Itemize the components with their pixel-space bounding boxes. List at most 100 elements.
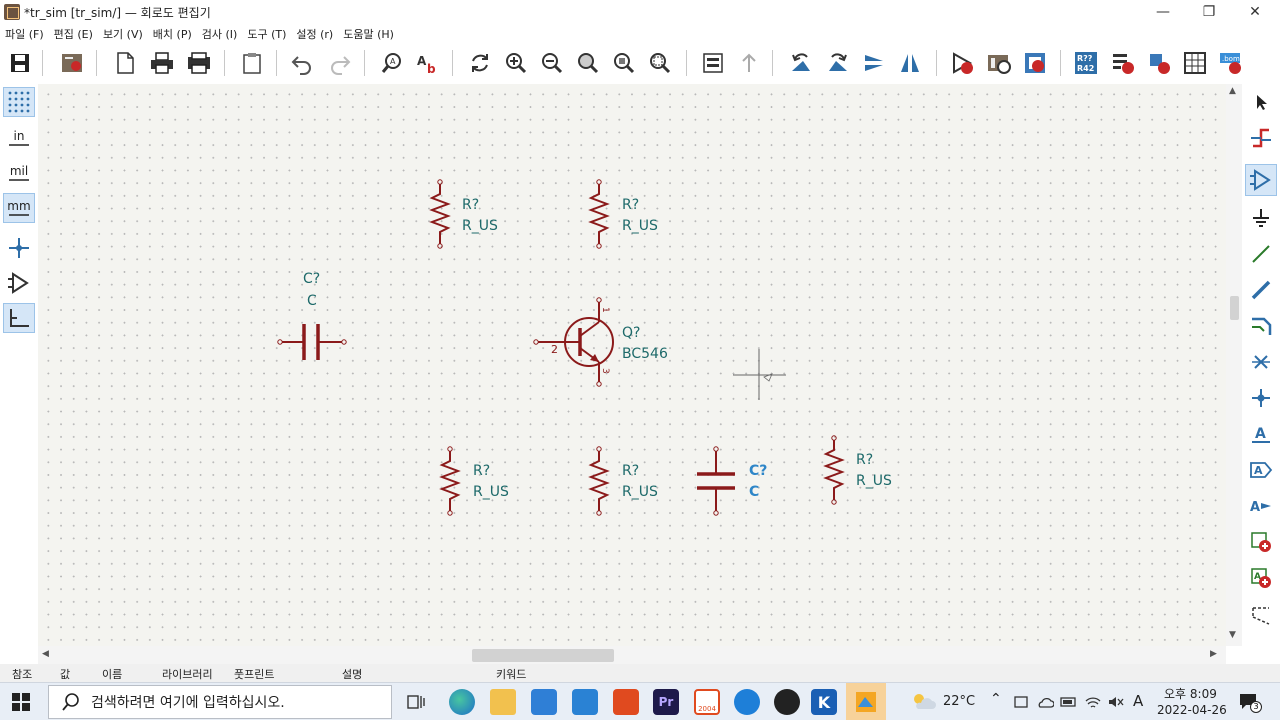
units-inch-button[interactable]: in	[3, 123, 35, 153]
zoom-objects-button[interactable]	[609, 48, 639, 78]
microsoft-store-icon[interactable]	[531, 689, 557, 715]
menu-view[interactable]: 보기 (V)	[98, 26, 148, 42]
units-mm-button[interactable]: mm	[3, 193, 35, 223]
page-settings-button[interactable]	[110, 48, 140, 78]
add-bus-button[interactable]	[1245, 274, 1277, 306]
redo-button[interactable]	[325, 48, 355, 78]
tray-battery[interactable]	[1060, 694, 1078, 714]
units-mil-button[interactable]: mil	[3, 158, 35, 188]
capacitor-c2[interactable]: C? C	[697, 446, 767, 516]
active-task-highlight[interactable]	[846, 683, 886, 720]
add-sheet-button[interactable]	[1245, 526, 1277, 558]
zoom-selection-button[interactable]	[645, 48, 675, 78]
notification-center-button[interactable]: 3	[1238, 691, 1262, 715]
weather-widget[interactable]	[910, 691, 936, 717]
add-wire-button[interactable]	[1245, 238, 1277, 270]
office-icon[interactable]	[613, 689, 639, 715]
leave-sheet-button[interactable]	[734, 48, 764, 78]
hierarchy-navigator-button[interactable]	[698, 48, 728, 78]
start-button[interactable]	[12, 693, 30, 715]
line-orientation-button[interactable]	[3, 303, 35, 333]
kicad-icon[interactable]: K	[811, 689, 837, 715]
highlight-net-button[interactable]	[1245, 122, 1277, 154]
menu-tools[interactable]: 도구 (T)	[242, 26, 291, 42]
add-no-connect-button[interactable]	[1245, 346, 1277, 378]
menu-preferences[interactable]: 설정 (r)	[291, 26, 338, 42]
vertical-scrollbar[interactable]: ▲ ▼	[1226, 84, 1242, 646]
full-crosshair-button[interactable]	[3, 233, 35, 263]
mirror-vertical-button[interactable]	[859, 48, 889, 78]
menu-inspect[interactable]: 검사 (I)	[197, 26, 243, 42]
toggle-grid-button[interactable]	[3, 87, 35, 117]
scroll-right-arrow-icon[interactable]: ▶	[1210, 649, 1217, 659]
scroll-left-arrow-icon[interactable]: ◀	[42, 649, 49, 659]
scroll-down-arrow-icon[interactable]: ▼	[1229, 630, 1236, 640]
vertical-scroll-thumb[interactable]	[1230, 296, 1239, 320]
import-sheet-pin-button[interactable]: A	[1245, 562, 1277, 594]
transistor-q1[interactable]: 2 1 3 Q? BC546	[533, 297, 668, 387]
premiere-pro-icon[interactable]: Pr	[653, 689, 679, 715]
schematic-setup-button[interactable]	[57, 48, 87, 78]
menu-help[interactable]: 도움말 (H)	[338, 26, 399, 42]
add-junction-button[interactable]	[1245, 382, 1277, 414]
office-2004-icon[interactable]: 2004	[694, 689, 720, 715]
symbol-fields-table-button[interactable]	[1180, 48, 1210, 78]
ime-indicator[interactable]: A	[1133, 692, 1143, 710]
resistor-r4[interactable]: R? R_US	[590, 445, 658, 517]
select-tool-button[interactable]	[1245, 86, 1277, 118]
menu-place[interactable]: 배치 (P)	[148, 26, 197, 42]
rotate-cw-button[interactable]	[823, 48, 853, 78]
find-replace-button[interactable]: Ab	[413, 48, 443, 78]
tray-volume[interactable]	[1107, 694, 1125, 714]
add-graphic-lines-button[interactable]	[1245, 600, 1277, 632]
plot-button[interactable]	[184, 48, 214, 78]
show-hidden-pins-button[interactable]	[3, 268, 35, 298]
print-button[interactable]	[147, 48, 177, 78]
schematic-canvas[interactable]: R? R_US R? R_US C? C 2 1 3 Q? BC546 R? R…	[38, 84, 1226, 646]
horizontal-scrollbar[interactable]: ◀ ▶	[38, 646, 1226, 664]
symbol-editor-button[interactable]	[948, 48, 978, 78]
zoom-fit-button[interactable]	[573, 48, 603, 78]
symbol-library-browser-button[interactable]	[984, 48, 1014, 78]
generate-bom-button[interactable]: .bom	[1216, 48, 1246, 78]
annotate-button[interactable]: R?? R42	[1071, 48, 1101, 78]
undo-button[interactable]	[287, 48, 317, 78]
add-power-button[interactable]	[1245, 202, 1277, 234]
scroll-up-arrow-icon[interactable]: ▲	[1229, 86, 1236, 96]
restore-button[interactable]: ❐	[1186, 0, 1232, 24]
find-button[interactable]: A	[377, 48, 407, 78]
task-view-button[interactable]	[406, 692, 426, 716]
resistor-r5[interactable]: R? R_US	[825, 434, 892, 506]
taskbar-search-box[interactable]: 검색하려면 여기에 입력하십시오.	[48, 685, 392, 719]
menu-edit[interactable]: 편집 (E)	[49, 26, 98, 42]
horizontal-scroll-thumb[interactable]	[472, 649, 614, 662]
tray-wifi[interactable]	[1084, 694, 1102, 714]
add-bus-entry-button[interactable]	[1245, 310, 1277, 342]
resistor-r3[interactable]: R? R_US	[441, 445, 509, 517]
refresh-button[interactable]	[465, 48, 495, 78]
close-button[interactable]: ✕	[1232, 0, 1278, 24]
obs-studio-icon[interactable]	[774, 689, 800, 715]
clock-date[interactable]: 2022-04-26	[1157, 703, 1227, 717]
add-hierarchical-label-button[interactable]: A	[1245, 490, 1277, 522]
add-label-button[interactable]: A	[1245, 418, 1277, 450]
save-button[interactable]	[5, 48, 35, 78]
menu-file[interactable]: 파일 (F)	[0, 26, 49, 42]
blue-app-icon[interactable]	[734, 689, 760, 715]
file-explorer-icon[interactable]	[490, 689, 516, 715]
erc-button[interactable]	[1108, 48, 1138, 78]
clock-time[interactable]: 오후 8:09	[1164, 685, 1217, 702]
rotate-ccw-button[interactable]	[786, 48, 816, 78]
zoom-in-button[interactable]	[501, 48, 531, 78]
mail-icon[interactable]	[572, 689, 598, 715]
tray-overflow-chevron-icon[interactable]: ⌃	[990, 691, 1002, 707]
edge-browser-icon[interactable]	[449, 689, 475, 715]
footprint-editor-button[interactable]	[1020, 48, 1050, 78]
tray-onedrive[interactable]	[1036, 694, 1055, 714]
tray-meet-now[interactable]	[1013, 694, 1029, 714]
resistor-r2[interactable]: R? R_US	[590, 178, 658, 250]
add-symbol-button[interactable]	[1245, 164, 1277, 196]
minimize-button[interactable]: —	[1140, 0, 1186, 24]
add-global-label-button[interactable]: A	[1245, 454, 1277, 486]
paste-button[interactable]	[237, 48, 267, 78]
